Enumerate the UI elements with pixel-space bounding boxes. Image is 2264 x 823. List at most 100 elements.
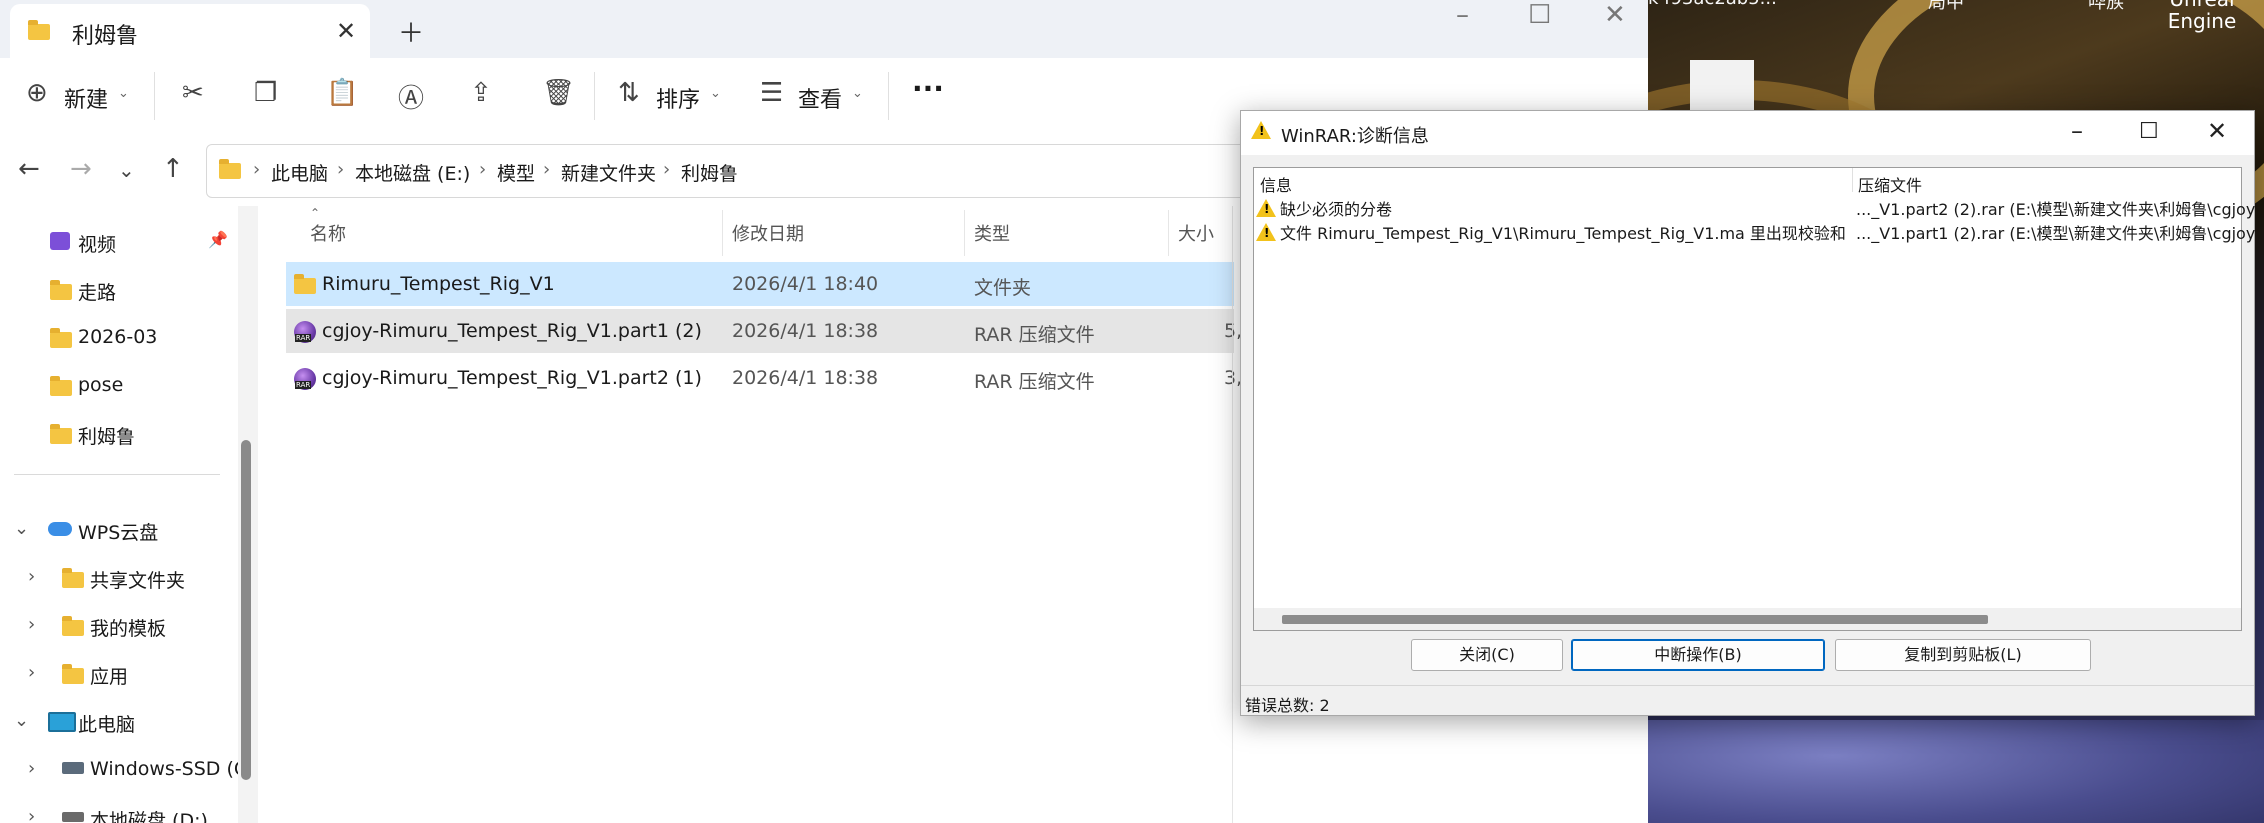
chevron-down-icon[interactable]: ⌄ xyxy=(710,86,721,101)
nav-item-rimuru[interactable]: 利姆鲁 xyxy=(0,412,236,456)
horizontal-scrollbar-thumb[interactable] xyxy=(1282,615,1988,624)
sort-icon[interactable]: ⇅ xyxy=(618,78,640,108)
unreal-engine-label[interactable]: Unreal Engine xyxy=(2152,0,2252,32)
nav-scrollbar-thumb[interactable] xyxy=(241,440,251,780)
more-options-button[interactable]: ··· xyxy=(912,72,944,105)
forward-icon[interactable]: → xyxy=(70,154,92,184)
paste-icon[interactable]: 📋 xyxy=(326,78,358,108)
folder-icon xyxy=(28,20,50,40)
copy-to-clipboard-button[interactable]: 复制到剪贴板(L) xyxy=(1835,639,2091,671)
file-name: Rimuru_Tempest_Rig_V1 xyxy=(322,273,555,295)
breadcrumb-item[interactable]: 利姆鲁 xyxy=(681,159,738,186)
sort-button[interactable]: 排序 xyxy=(656,82,700,114)
cloud-icon xyxy=(48,522,72,536)
column-header-date[interactable]: 修改日期 xyxy=(732,220,804,246)
close-window-icon[interactable]: ✕ xyxy=(2207,117,2227,145)
pin-icon[interactable]: 📌 xyxy=(208,230,228,249)
breadcrumb-item[interactable]: 模型 xyxy=(497,159,535,186)
nav-item-walk[interactable]: 走路 xyxy=(0,268,236,312)
folder-icon xyxy=(50,376,72,396)
list-item[interactable]: 缺少必须的分卷 ..._V1.part2 (2).rar (E:\模型\新建文件… xyxy=(1254,194,2255,220)
tab-current-folder[interactable]: 利姆鲁 ✕ xyxy=(10,4,370,58)
file-row[interactable]: Rimuru_Tempest_Rig_V1 2026/4/1 18:40 文件夹 xyxy=(286,262,1234,306)
nav-item-drive-d[interactable]: › 本地磁盘 (D:) xyxy=(0,796,236,823)
file-row[interactable]: cgjoy-Rimuru_Tempest_Rig_V1.part1 (2) 20… xyxy=(286,309,1242,353)
recent-locations-icon[interactable]: ⌄ xyxy=(118,158,135,182)
cut-icon[interactable]: ✂ xyxy=(182,78,204,108)
copy-icon[interactable]: ❐ xyxy=(254,78,277,108)
chevron-down-icon[interactable]: ⌄ xyxy=(14,518,29,539)
share-icon[interactable]: ⇪ xyxy=(470,78,492,108)
chevron-right-icon[interactable]: › xyxy=(28,758,35,779)
nav-item-videos[interactable]: 视频 📌 xyxy=(0,220,236,264)
view-button[interactable]: 查看 xyxy=(798,82,842,114)
delete-icon[interactable]: 🗑 xyxy=(542,78,575,108)
sort-indicator-icon: ⌃ xyxy=(310,206,321,220)
new-icon[interactable]: ⊕ xyxy=(26,78,48,108)
minimize-icon[interactable]: – xyxy=(1456,0,1469,30)
breadcrumb-separator: › xyxy=(337,159,345,180)
dialog-titlebar[interactable]: WinRAR:诊断信息 – ☐ ✕ xyxy=(1241,111,2254,155)
nav-item-pose[interactable]: pose xyxy=(0,364,236,408)
breadcrumb-item[interactable]: 新建文件夹 xyxy=(561,159,656,186)
breadcrumb-item[interactable]: 此电脑 xyxy=(271,159,328,186)
column-header-message[interactable]: 信息 xyxy=(1260,172,1292,196)
nav-label: 走路 xyxy=(78,282,117,304)
chevron-right-icon[interactable]: › xyxy=(28,566,35,587)
file-type: RAR 压缩文件 xyxy=(974,324,1095,346)
list-item[interactable]: 文件 Rimuru_Tempest_Rig_V1\Rimuru_Tempest_… xyxy=(1254,218,2255,244)
chevron-down-icon[interactable]: ⌄ xyxy=(118,86,129,101)
navigation-pane: 视频 📌 走路 2026-03 pose 利姆鲁 ⌄ WPS云盘 › 共享文件夹… xyxy=(0,206,247,823)
nav-item-apps[interactable]: › 应用 xyxy=(0,652,236,696)
up-icon[interactable]: ↑ xyxy=(162,154,184,184)
nav-item-2026-03[interactable]: 2026-03 xyxy=(0,316,236,360)
close-button[interactable]: 关闭(C) xyxy=(1411,639,1563,671)
dialog-title: WinRAR:诊断信息 xyxy=(1281,126,1429,147)
horizontal-scrollbar[interactable] xyxy=(1254,608,2241,630)
column-header-type[interactable]: 类型 xyxy=(974,220,1010,246)
new-button[interactable]: 新建 xyxy=(64,82,108,114)
rename-icon[interactable]: Ⓐ xyxy=(398,78,424,115)
list-item-message: 缺少必须的分卷 xyxy=(1256,196,1392,220)
chevron-right-icon[interactable]: › xyxy=(28,614,35,635)
file-type: RAR 压缩文件 xyxy=(974,371,1095,393)
nav-item-drive-c[interactable]: › Windows-SSD (C xyxy=(0,748,247,792)
breadcrumb-separator: › xyxy=(543,159,551,180)
column-header-name[interactable]: 名称 xyxy=(310,220,346,246)
nav-item-my-templates[interactable]: › 我的模板 xyxy=(0,604,236,648)
close-tab-icon[interactable]: ✕ xyxy=(336,17,356,45)
back-icon[interactable]: ← xyxy=(18,154,40,184)
chevron-right-icon[interactable]: › xyxy=(28,662,35,683)
breadcrumb-item[interactable]: 本地磁盘 (E:) xyxy=(355,159,470,186)
close-window-icon[interactable]: ✕ xyxy=(1604,0,1626,30)
column-divider xyxy=(1168,210,1169,256)
column-header-size[interactable]: 大小 xyxy=(1178,220,1214,246)
warning-icon xyxy=(1256,199,1276,217)
breadcrumb-separator: › xyxy=(479,159,487,180)
chevron-right-icon[interactable]: › xyxy=(28,806,35,823)
chevron-down-icon[interactable]: ⌄ xyxy=(14,710,29,731)
chevron-down-icon[interactable]: ⌄ xyxy=(852,86,863,101)
background-label: k f93ac2ab5... xyxy=(1648,0,1777,9)
nav-item-this-pc[interactable]: ⌄ 此电脑 xyxy=(0,700,236,744)
folder-icon xyxy=(50,424,72,444)
column-header-archive[interactable]: 压缩文件 xyxy=(1858,172,1922,196)
nav-item-wps-cloud[interactable]: ⌄ WPS云盘 xyxy=(0,508,236,552)
message-text: 文件 Rimuru_Tempest_Rig_V1\Rimuru_Tempest_… xyxy=(1280,224,1846,243)
list-item-message: 文件 Rimuru_Tempest_Rig_V1\Rimuru_Tempest_… xyxy=(1256,220,1846,244)
maximize-icon[interactable]: ☐ xyxy=(2139,119,2159,144)
file-row[interactable]: cgjoy-Rimuru_Tempest_Rig_V1.part2 (1) 20… xyxy=(286,356,1242,400)
toolbar-divider xyxy=(888,72,889,120)
new-tab-button[interactable]: ＋ xyxy=(398,13,424,50)
diagnostic-list[interactable]: 信息 压缩文件 缺少必须的分卷 ..._V1.part2 (2).rar (E:… xyxy=(1253,167,2255,631)
maximize-icon[interactable]: ☐ xyxy=(1528,0,1551,30)
file-date: 2026/4/1 18:40 xyxy=(732,273,879,295)
minimize-icon[interactable]: – xyxy=(2071,117,2083,145)
background-label: 局中 xyxy=(1928,0,1964,13)
nav-divider xyxy=(14,474,220,475)
abort-button[interactable]: 中断操作(B) xyxy=(1571,639,1825,671)
view-icon[interactable]: ☰ xyxy=(760,78,783,108)
error-count: 错误总数: 2 xyxy=(1245,696,1330,715)
nav-item-shared-folder[interactable]: › 共享文件夹 xyxy=(0,556,236,600)
nav-label: 应用 xyxy=(90,666,129,688)
